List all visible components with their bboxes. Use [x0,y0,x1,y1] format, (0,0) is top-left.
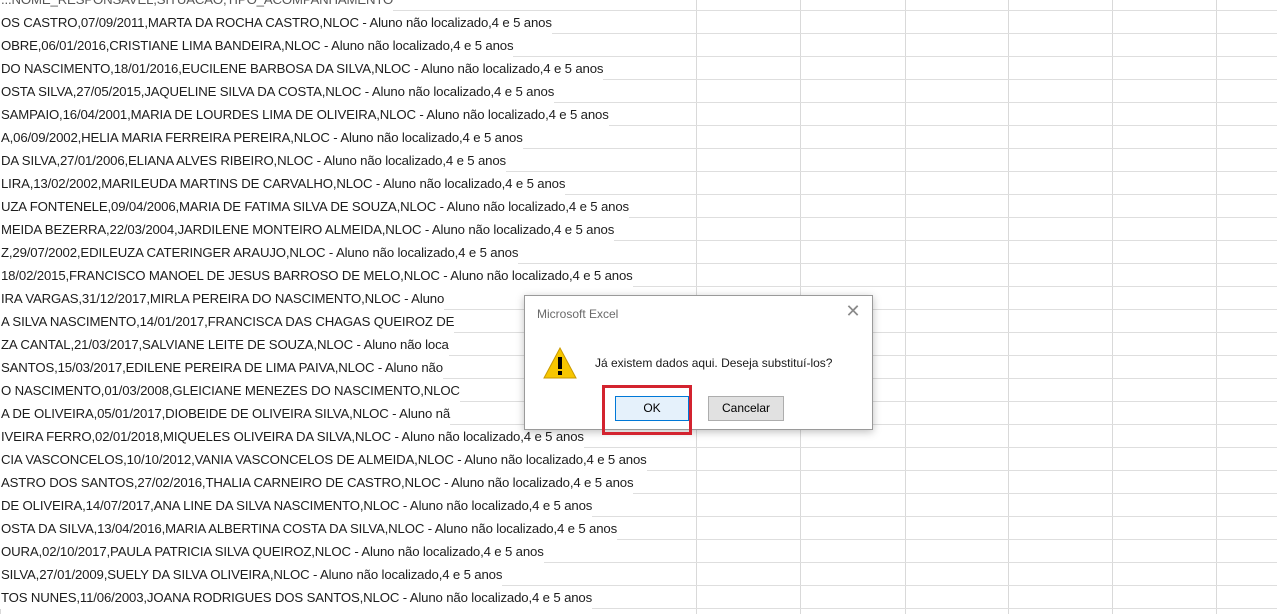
row-cell[interactable]: O NASCIMENTO,01/03/2008,GLEICIANE MENEZE… [0,379,460,402]
row-cell[interactable]: OURA,02/10/2017,PAULA PATRICIA SILVA QUE… [0,540,544,563]
header-fragment: ...NOME_RESPONSAVEL,SITUACAO,TIPO_ACOMPA… [0,0,393,11]
table-row[interactable]: DE OLIVEIRA,14/07/2017,ANA LINE DA SILVA… [0,494,1277,517]
table-row[interactable]: DO NASCIMENTO,18/01/2016,EUCILENE BARBOS… [0,57,1277,80]
table-row[interactable]: SAMPAIO,16/04/2001,MARIA DE LOURDES LIMA… [0,103,1277,126]
table-row[interactable]: OS CASTRO,07/09/2011,MARTA DA ROCHA CAST… [0,11,1277,34]
table-row[interactable]: DA SILVA,27/01/2006,ELIANA ALVES RIBEIRO… [0,149,1277,172]
row-cell[interactable]: UZA FONTENELE,09/04/2006,MARIA DE FATIMA… [0,195,629,218]
row-cell[interactable]: DA SILVA,27/01/2006,ELIANA ALVES RIBEIRO… [0,149,506,172]
close-icon[interactable]: ✕ [844,302,862,320]
row-cell[interactable]: A DE OLIVEIRA,05/01/2017,DIOBEIDE DE OLI… [0,402,450,425]
table-row[interactable]: OBRE,06/01/2016,CRISTIANE LIMA BANDEIRA,… [0,34,1277,57]
row-cell[interactable]: DE OLIVEIRA,14/07/2017,ANA LINE DA SILVA… [0,494,592,517]
table-row[interactable]: OSTA SILVA,27/05/2015,JAQUELINE SILVA DA… [0,80,1277,103]
table-row[interactable]: MEIDA BEZERRA,22/03/2004,JARDILENE MONTE… [0,218,1277,241]
table-row[interactable]: Z,29/07/2002,EDILEUZA CATERINGER ARAUJO,… [0,241,1277,264]
row-cell[interactable]: Z,29/07/2002,EDILEUZA CATERINGER ARAUJO,… [0,241,518,264]
row-cell[interactable]: A,06/09/2002,HELIA MARIA FERREIRA PEREIR… [0,126,523,149]
row-cell[interactable]: DO NASCIMENTO,18/01/2016,EUCILENE BARBOS… [0,57,604,80]
row-cell[interactable]: A SILVA NASCIMENTO,14/01/2017,FRANCISCA … [0,310,454,333]
dialog-message: Já existem dados aqui. Deseja substituí-… [595,356,833,370]
row-cell[interactable]: SANTOS,15/03/2017,EDILENE PEREIRA DE LIM… [0,356,443,379]
ok-button[interactable]: OK [615,396,689,421]
table-row[interactable]: TOS NUNES,11/06/2003,JOANA RODRIGUES DOS… [0,586,1277,609]
table-row[interactable]: SILVA,27/01/2009,SUELY DA SILVA OLIVEIRA… [0,563,1277,586]
row-cell[interactable]: MEIDA BEZERRA,22/03/2004,JARDILENE MONTE… [0,218,614,241]
table-row[interactable]: CIA VASCONCELOS,10/10/2012,VANIA VASCONC… [0,448,1277,471]
table-row[interactable]: A,06/09/2002,HELIA MARIA FERREIRA PEREIR… [0,126,1277,149]
cancel-button[interactable]: Cancelar [708,396,784,421]
table-row[interactable]: LIRA,13/02/2002,MARILEUDA MARTINS DE CAR… [0,172,1277,195]
warning-icon [543,347,577,379]
table-row[interactable]: ASTRO DOS SANTOS,27/02/2016,THALIA CARNE… [0,471,1277,494]
row-cell[interactable]: CIA VASCONCELOS,10/10/2012,VANIA VASCONC… [0,448,647,471]
row-cell[interactable]: IRA VARGAS,31/12/2017,MIRLA PEREIRA DO N… [0,287,444,310]
row-cell[interactable]: SAMPAIO,16/04/2001,MARIA DE LOURDES LIMA… [0,103,609,126]
row-cell[interactable]: OSTA SILVA,27/05/2015,JAQUELINE SILVA DA… [0,80,554,103]
row-cell[interactable]: ZA CANTAL,21/03/2017,SALVIANE LEITE DE S… [0,333,449,356]
row-cell[interactable]: LIRA,13/02/2002,MARILEUDA MARTINS DE CAR… [0,172,565,195]
table-row[interactable]: 18/02/2015,FRANCISCO MANOEL DE JESUS BAR… [0,264,1277,287]
row-cell[interactable]: 18/02/2015,FRANCISCO MANOEL DE JESUS BAR… [0,264,633,287]
table-row[interactable]: OURA,02/10/2017,PAULA PATRICIA SILVA QUE… [0,540,1277,563]
row-cell[interactable]: SILVA,27/01/2009,SUELY DA SILVA OLIVEIRA… [0,563,502,586]
row-cell[interactable]: ASTRO DOS SANTOS,27/02/2016,THALIA CARNE… [0,471,634,494]
table-row[interactable]: UZA FONTENELE,09/04/2006,MARIA DE FATIMA… [0,195,1277,218]
row-cell[interactable]: TOS NUNES,11/06/2003,JOANA RODRIGUES DOS… [0,586,592,609]
table-row[interactable]: OSTA DA SILVA,13/04/2016,MARIA ALBERTINA… [0,517,1277,540]
row-cell[interactable]: OSTA DA SILVA,13/04/2016,MARIA ALBERTINA… [0,517,617,540]
row-cell[interactable]: OS CASTRO,07/09/2011,MARTA DA ROCHA CAST… [0,11,552,34]
header-row[interactable]: ...NOME_RESPONSAVEL,SITUACAO,TIPO_ACOMPA… [0,0,1277,11]
dialog-title: Microsoft Excel [537,307,619,321]
excel-confirm-dialog: Microsoft Excel ✕ Já existem dados aqui.… [524,295,873,430]
row-cell[interactable]: IVEIRA FERRO,02/01/2018,MIQUELES OLIVEIR… [0,425,584,448]
row-cell[interactable]: OBRE,06/01/2016,CRISTIANE LIMA BANDEIRA,… [0,34,514,57]
